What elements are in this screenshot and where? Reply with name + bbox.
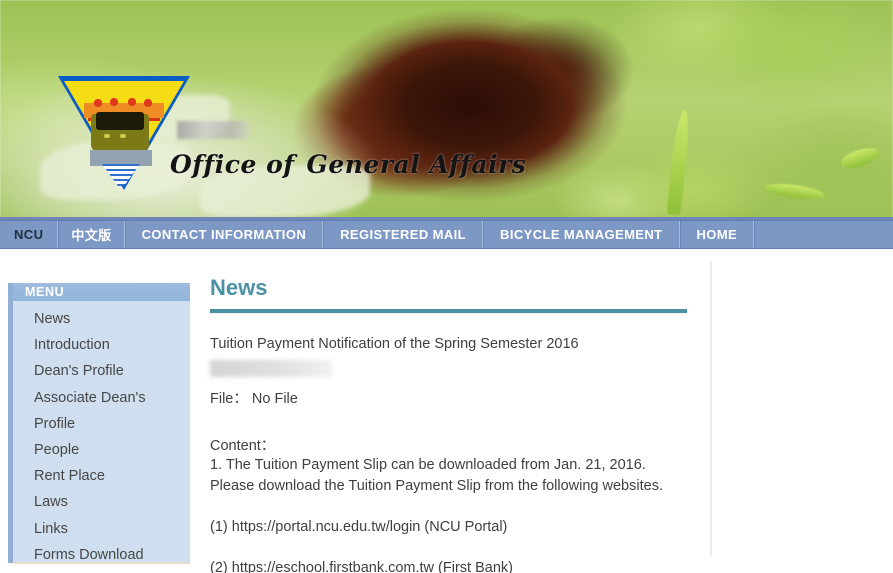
sidebar-item-people[interactable]: People [13,437,190,463]
sidebar-menu-list: News Introduction Dean's Profile Associa… [13,301,190,573]
page-body: MENU News Introduction Dean's Profile As… [0,249,893,573]
sidebar-item-forms-download[interactable]: Forms Download [13,542,190,568]
logo-base-bar [90,150,152,166]
main-content: News Tuition Payment Notification of the… [210,249,690,573]
nav-item-contact-information[interactable]: CONTACT INFORMATION [124,221,324,248]
nav-item-ncu[interactable]: NCU [0,221,59,248]
logo-window-dot [104,134,110,138]
sidebar-item-links[interactable]: Links [13,516,190,542]
left-edge-line [0,249,2,573]
logo-window-dot [120,134,126,138]
news-content-label: Content： [210,438,276,454]
page-title-underline [210,309,687,313]
page-title: News [210,275,268,300]
sidebar-item-rent-place[interactable]: Rent Place [13,463,190,489]
site-brand-part-1: Office of [170,150,295,179]
site-brand-part-2: General Affairs [306,150,527,179]
sidebar-item-news[interactable]: News [13,306,190,332]
site-header-banner: Office of General Affairs [0,0,893,220]
sidebar-item-introduction[interactable]: Introduction [13,332,190,358]
sidebar-bottom-divider [13,562,190,564]
redacted-org-name-blur [177,121,249,139]
site-brand-title: Office of General Affairs [170,150,526,179]
sidebar-item-contact-us[interactable]: Contact us [13,568,190,573]
logo-dark-roof [96,112,144,130]
sidebar-item-laws[interactable]: Laws [13,489,190,515]
page-root: Office of General Affairs NCU 中文版 CONTACT… [0,0,893,573]
nav-item-chinese-version[interactable]: 中文版 [58,221,125,248]
nav-empty-space [754,221,893,248]
sidebar-item-profile[interactable]: Profile [13,411,190,437]
redacted-date-blur [210,360,332,377]
sidebar-item-associate-deans[interactable]: Associate Dean's [13,385,190,411]
sidebar-header: MENU [8,283,190,301]
news-paragraph-1: 1. The Tuition Payment Slip can be downl… [210,457,663,494]
news-link-ncu-portal[interactable]: (1) https://portal.ncu.edu.tw/login (NCU… [210,517,680,538]
sidebar-item-deans-profile[interactable]: Dean's Profile [13,358,190,384]
nav-item-registered-mail[interactable]: REGISTERED MAIL [323,221,484,248]
main-navigation-bar: NCU 中文版 CONTACT INFORMATION REGISTERED M… [0,220,893,249]
logo-crown-icon [90,97,158,107]
news-file-row: File： No File [210,391,298,407]
news-article-title: Tuition Payment Notification of the Spri… [210,336,579,352]
news-link-first-bank[interactable]: (2) https://eschool.firstbank.com.tw (Fi… [210,558,680,573]
nav-item-bicycle-management[interactable]: BICYCLE MANAGEMENT [483,221,680,248]
nav-item-home[interactable]: HOME [679,221,755,248]
content-right-divider [710,261,712,556]
